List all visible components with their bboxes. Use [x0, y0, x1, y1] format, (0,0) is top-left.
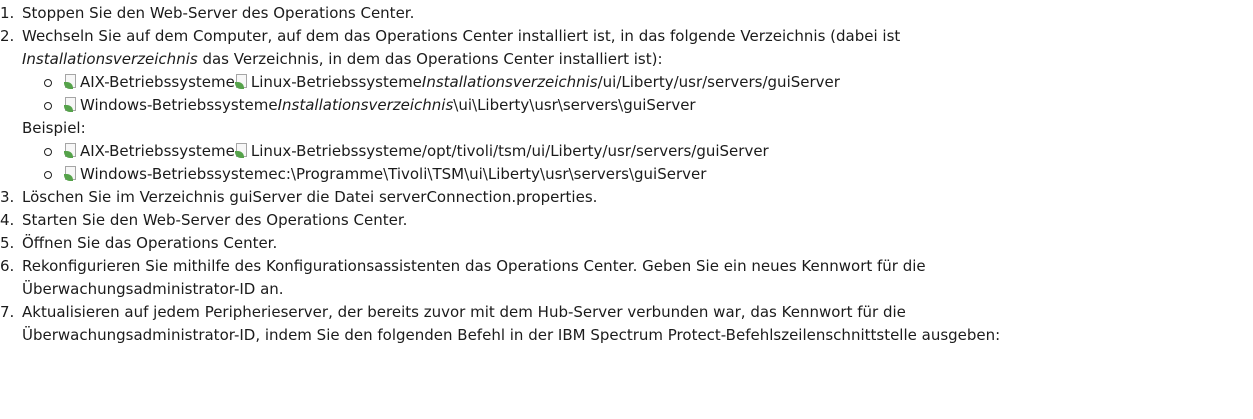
step-4: 4. Starten Sie den Web-Server des Operat… [0, 209, 1253, 232]
broken-image-icon [64, 166, 78, 181]
step-number: 6. [0, 257, 15, 275]
path-item-windows: Windows-BetriebssystemeInstallationsverz… [44, 94, 1253, 117]
bullet-icon [44, 79, 52, 87]
step-3: 3. Löschen Sie im Verzeichnis guiServer … [0, 186, 1253, 209]
step-text: Stoppen Sie den Web-Server des Operation… [22, 4, 415, 22]
step-text-line: das Verzeichnis, in dem das Operations C… [197, 50, 663, 68]
step-text-line: Aktualisieren auf jedem Peripherieserver… [22, 303, 906, 321]
bullet-icon [44, 148, 52, 156]
broken-image-icon [234, 74, 249, 89]
step-text-line: Überwachungsadministrator-ID an. [22, 280, 284, 298]
step-5: 5. Öffnen Sie das Operations Center. [0, 232, 1253, 255]
bullet-icon [44, 102, 52, 110]
example-list: AIX-Betriebssysteme Linux-Betriebssysteme… [22, 140, 1253, 186]
path-text: /opt/tivoli/tsm/ui/Liberty/usr/servers/g… [421, 142, 769, 160]
step-number: 3. [0, 188, 15, 206]
placeholder-install-dir: Installationsverzeichnis [421, 73, 598, 91]
path-text: \ui\Liberty\usr\servers\guiServer [453, 96, 696, 114]
example-label: Beispiel: [22, 119, 86, 137]
broken-image-icon [64, 97, 78, 112]
step-text: Starten Sie den Web-Server des Operation… [22, 211, 408, 229]
step-text-line: Rekonfigurieren Sie mithilfe des Konfigu… [22, 257, 926, 275]
document-page: 1. Stoppen Sie den Web-Server des Operat… [0, 0, 1253, 419]
path-text: c:\Programme\Tivoli\TSM\ui\Liberty\usr\s… [277, 165, 707, 183]
step-6: 6. Rekonfigurieren Sie mithilfe des Konf… [0, 255, 1253, 301]
step-2: 2. Wechseln Sie auf dem Computer, auf de… [0, 25, 1253, 186]
step-1: 1. Stoppen Sie den Web-Server des Operat… [0, 2, 1253, 25]
step-text: Löschen Sie im Verzeichnis guiServer die… [22, 188, 598, 206]
broken-image-icon [64, 74, 78, 89]
path-text: /ui/Liberty/usr/servers/guiServer [597, 73, 840, 91]
procedure-steps: 1. Stoppen Sie den Web-Server des Operat… [0, 0, 1253, 347]
example-item-aix-linux: AIX-Betriebssysteme Linux-Betriebssysteme… [44, 140, 1253, 163]
os-label: AIX-Betriebssysteme [80, 142, 235, 160]
path-item-aix-linux: AIX-Betriebssysteme Linux-Betriebssysteme… [44, 71, 1253, 94]
os-label: AIX-Betriebssysteme [80, 73, 235, 91]
placeholder-install-dir: Installationsverzeichnis [277, 96, 454, 114]
bullet-icon [44, 171, 52, 179]
placeholder-install-dir: Installationsverzeichnis [22, 50, 198, 68]
step-number: 2. [0, 27, 15, 45]
broken-image-icon [64, 143, 78, 158]
step-7: 7. Aktualisieren auf jedem Peripherieser… [0, 301, 1253, 347]
os-label: Linux-Betriebssysteme [250, 142, 422, 160]
step-text-line: Wechseln Sie auf dem Computer, auf dem d… [22, 27, 901, 45]
step-text-line: Überwachungsadministrator-ID, indem Sie … [22, 326, 1001, 344]
step-number: 4. [0, 211, 15, 229]
example-item-windows: Windows-Betriebssystemec:\Programme\Tivo… [44, 163, 1253, 186]
os-label: Linux-Betriebssysteme [250, 73, 422, 91]
broken-image-icon [234, 143, 249, 158]
step-number: 1. [0, 4, 15, 22]
step-number: 5. [0, 234, 15, 252]
os-label: Windows-Betriebssysteme [80, 165, 278, 183]
step-text: Öffnen Sie das Operations Center. [22, 234, 278, 252]
path-list: AIX-Betriebssysteme Linux-Betriebssysteme… [22, 71, 1253, 117]
os-label: Windows-Betriebssysteme [80, 96, 278, 114]
step-number: 7. [0, 303, 15, 321]
